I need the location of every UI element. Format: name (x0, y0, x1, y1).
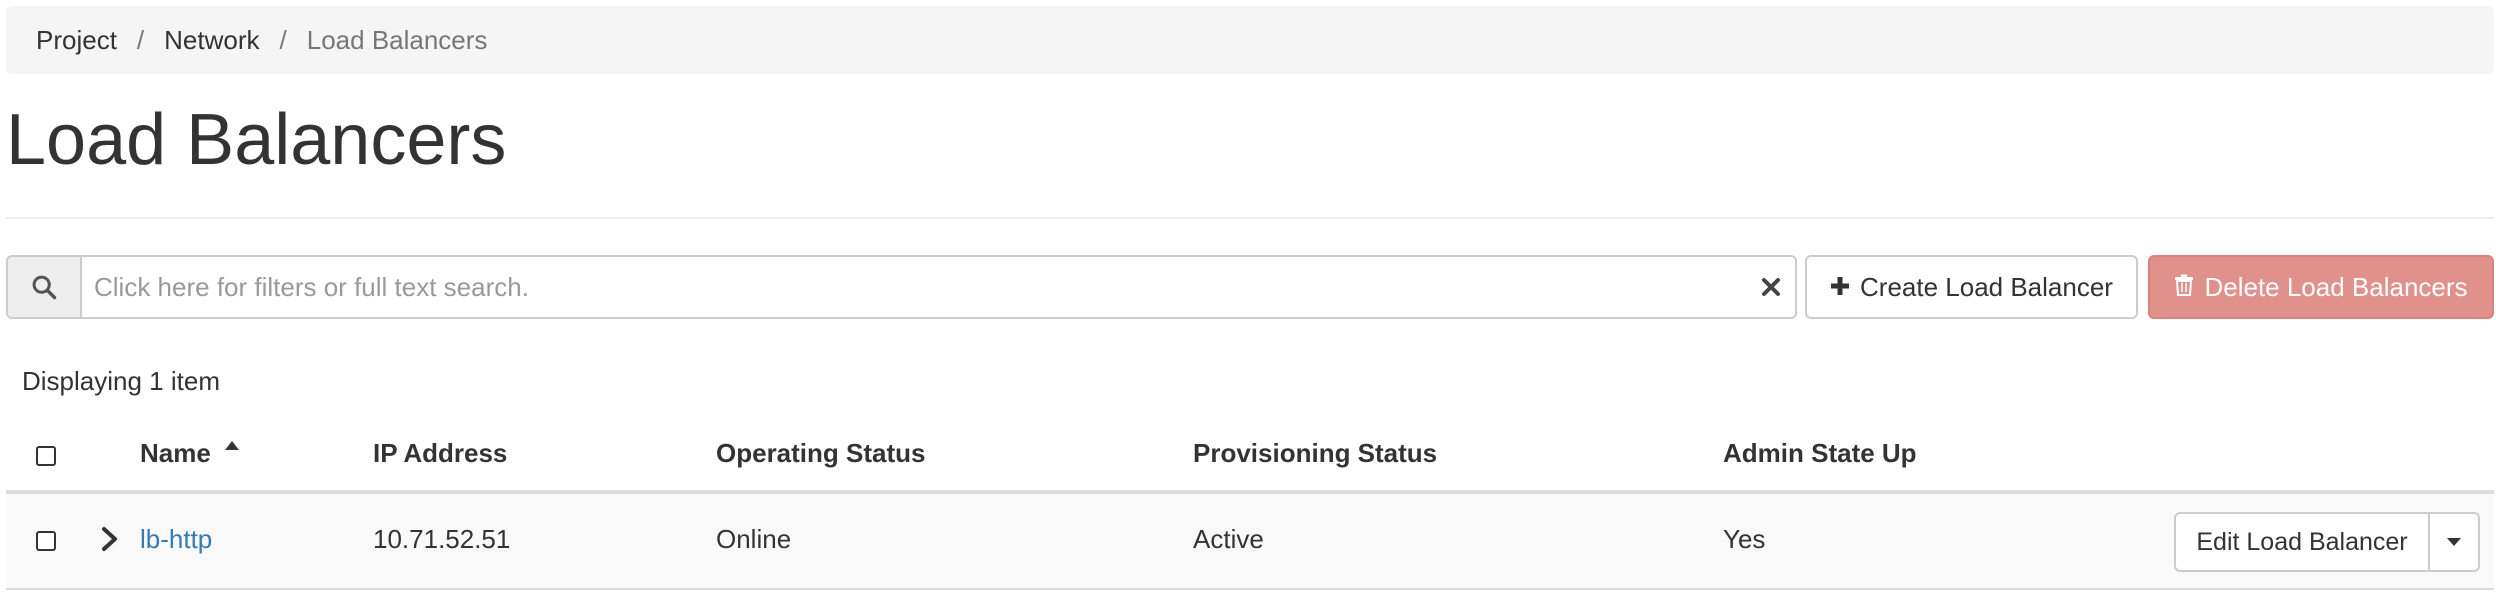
plus-icon (1830, 272, 1850, 303)
breadcrumb: Project / Network / Load Balancers (6, 6, 2494, 74)
column-header-ip-address[interactable]: IP Address (373, 438, 507, 469)
column-header-name-label: Name (140, 438, 211, 468)
load-balancer-name-link[interactable]: lb-http (140, 524, 212, 555)
column-header-operating-status[interactable]: Operating Status (716, 438, 925, 469)
table-row: lb-http 10.71.52.51 Online Active Yes Ed… (6, 494, 2494, 590)
column-header-admin-state-up[interactable]: Admin State Up (1723, 438, 1917, 469)
search-input[interactable] (80, 255, 1797, 319)
delete-load-balancers-label: Delete Load Balancers (2204, 271, 2468, 302)
search-icon[interactable] (6, 255, 80, 319)
breadcrumb-separator: / (279, 24, 287, 55)
row-actions: Edit Load Balancer (2174, 512, 2480, 572)
create-load-balancer-button[interactable]: Create Load Balancer (1805, 255, 2138, 319)
page: Project / Network / Load Balancers Load … (0, 0, 2496, 598)
row-checkbox[interactable] (36, 531, 56, 551)
edit-load-balancer-button[interactable]: Edit Load Balancer (2174, 512, 2430, 572)
breadcrumb-network[interactable]: Network (164, 25, 259, 56)
item-count: Displaying 1 item (22, 366, 220, 396)
actions-dropdown-toggle[interactable] (2430, 512, 2480, 572)
provisioning-status-cell: Active (1193, 524, 1264, 554)
caret-down-icon (2447, 538, 2461, 546)
create-load-balancer-label: Create Load Balancer (1860, 271, 2113, 302)
admin-state-up-cell: Yes (1723, 524, 1766, 554)
close-icon[interactable] (1757, 273, 1785, 301)
trash-icon (2174, 272, 2194, 303)
chevron-right-icon[interactable] (98, 524, 122, 554)
breadcrumb-project[interactable]: Project (36, 25, 117, 56)
column-header-name[interactable]: Name (140, 438, 240, 469)
breadcrumb-separator: / (136, 24, 145, 55)
page-title: Load Balancers (6, 100, 507, 180)
column-header-provisioning-status[interactable]: Provisioning Status (1193, 438, 1437, 469)
delete-load-balancers-button[interactable]: Delete Load Balancers (2148, 255, 2494, 319)
search-bar (6, 255, 1797, 319)
header-divider (6, 217, 2494, 219)
breadcrumb-current: Load Balancers (306, 24, 488, 55)
sort-asc-icon (225, 441, 240, 450)
operating-status-cell: Online (716, 524, 792, 554)
load-balancers-table: Name IP Address Operating Status Provisi… (6, 420, 2494, 590)
select-all-checkbox[interactable] (36, 446, 56, 466)
ip-address-cell: 10.71.52.51 (373, 524, 511, 554)
table-header: Name IP Address Operating Status Provisi… (6, 420, 2494, 494)
